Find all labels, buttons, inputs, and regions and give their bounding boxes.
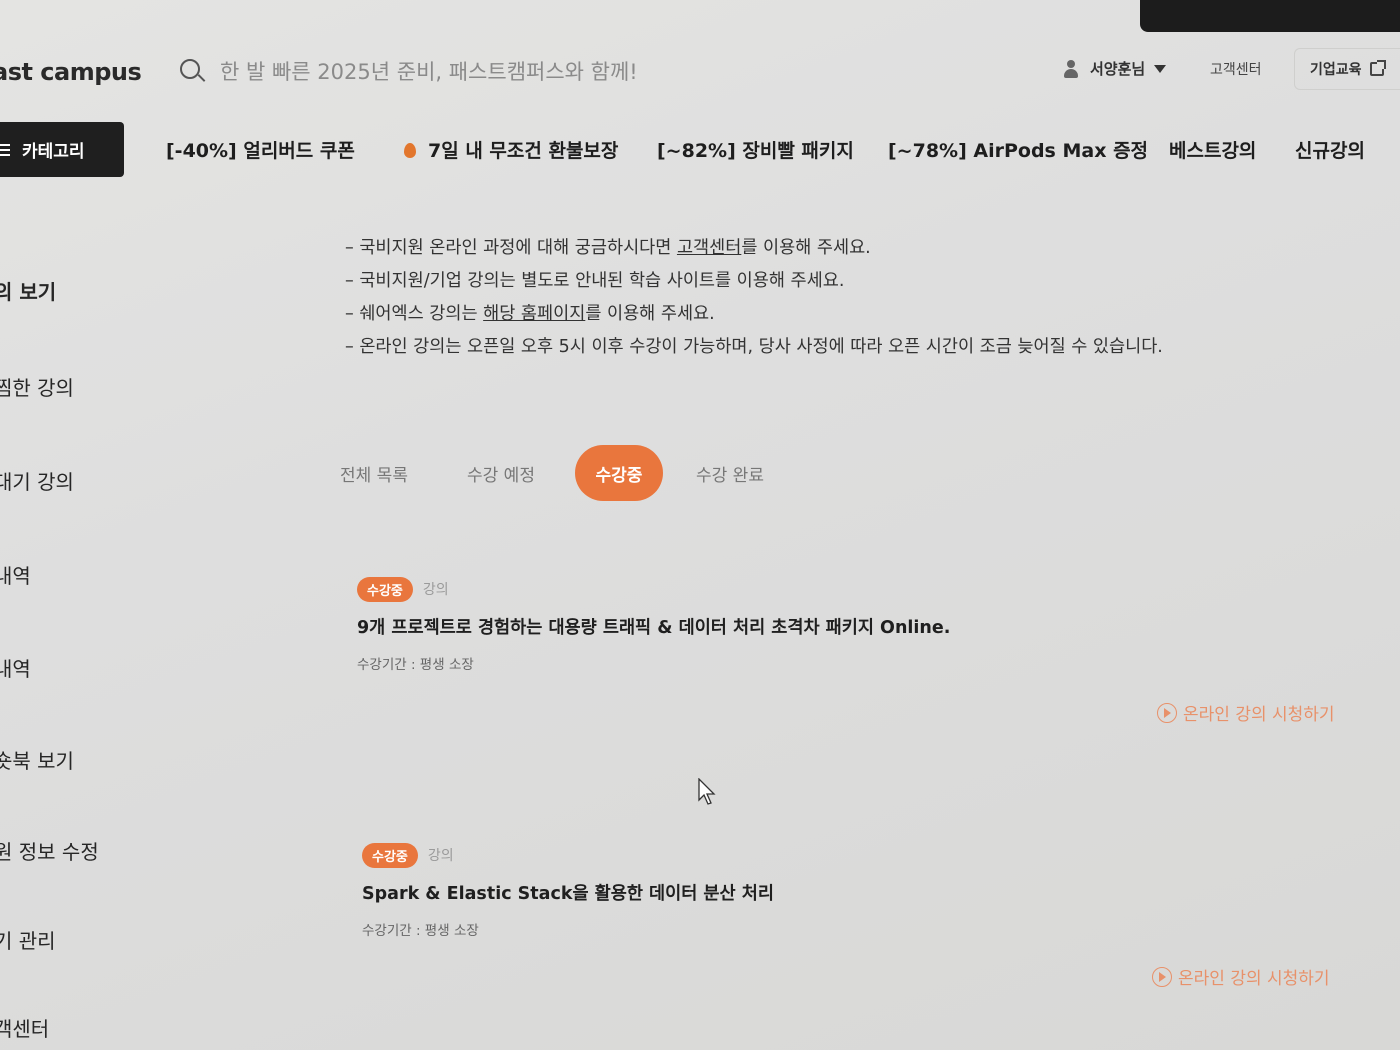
course-period: 수강기간 : 평생 소장 bbox=[362, 923, 479, 939]
screen: ast campus 서양훈님 고객센터 기업교육 카테고리 [-40%] 얼리… bbox=[0, 0, 1400, 1050]
top-banner-fragment bbox=[1140, 0, 1400, 32]
sidebar-item-profile-edit[interactable]: 원 정보 수정 bbox=[0, 836, 99, 865]
nav-item-refund[interactable]: 7일 내 무조건 환불보장 bbox=[404, 136, 618, 163]
watch-online-button[interactable]: 온라인 강의 시청하기 bbox=[1157, 700, 1335, 725]
course-title[interactable]: Spark & Elastic Stack을 활용한 데이터 분산 처리 bbox=[362, 880, 1382, 905]
course-type-label: 강의 bbox=[427, 848, 454, 864]
notice-list: – 국비지원 온라인 과정에 대해 궁금하시다면 고객센터를 이용해 주세요. … bbox=[345, 235, 1163, 367]
notice-text: 를 이용해 주세요. bbox=[585, 304, 715, 324]
status-badge: 수강중 bbox=[362, 842, 418, 868]
notice-item: – 국비지원/기업 강의는 별도로 안내된 학습 사이트를 이용해 주세요. bbox=[345, 271, 845, 291]
search-bar[interactable] bbox=[178, 54, 878, 90]
nav-item-early-bird[interactable]: [-40%] 얼리버드 쿠폰 bbox=[166, 136, 355, 163]
notice-text: – 쉐어엑스 강의는 bbox=[345, 304, 484, 324]
watch-online-label: 온라인 강의 시청하기 bbox=[1178, 969, 1330, 989]
customer-center-link[interactable]: 고객센터 bbox=[1210, 59, 1262, 79]
user-name: 서양훈님 bbox=[1090, 60, 1146, 78]
course-title[interactable]: 9개 프로젝트로 경험하는 대용량 트래픽 & 데이터 처리 초격차 패키지 O… bbox=[357, 614, 1377, 639]
caret-down-icon bbox=[1154, 64, 1167, 73]
category-label: 카테고리 bbox=[22, 142, 85, 162]
nav-item-new[interactable]: 신규강의 bbox=[1295, 136, 1365, 163]
course-card: 수강중 강의 Spark & Elastic Stack을 활용한 데이터 분산… bbox=[362, 842, 1382, 939]
mouse-cursor-icon bbox=[698, 778, 716, 805]
tab-active[interactable]: 수강중 bbox=[575, 445, 663, 501]
sidebar-item-waiting[interactable]: 대기 강의 bbox=[0, 466, 74, 495]
watch-online-button[interactable]: 온라인 강의 시청하기 bbox=[1152, 964, 1330, 989]
sidebar-item-notebook[interactable]: 숏북 보기 bbox=[0, 745, 74, 774]
sidebar-item-view-lectures[interactable]: 의 보기 bbox=[0, 276, 56, 305]
sidebar-item-device-manage[interactable]: 기 관리 bbox=[0, 925, 56, 954]
notice-text: 를 이용해 주세요. bbox=[741, 238, 871, 258]
homepage-inline-link[interactable]: 해당 홈페이지 bbox=[483, 304, 585, 324]
sidebar-item-wishlist[interactable]: 찜한 강의 bbox=[0, 372, 74, 401]
category-button[interactable]: 카테고리 bbox=[0, 122, 124, 177]
course-card: 수강중 강의 9개 프로젝트로 경험하는 대용량 트래픽 & 데이터 처리 초격… bbox=[357, 576, 1377, 673]
status-badge: 수강중 bbox=[357, 576, 413, 602]
nav-item-airpods[interactable]: [~78%] AirPods Max 증정 bbox=[888, 136, 1148, 163]
watch-online-label: 온라인 강의 시청하기 bbox=[1183, 705, 1335, 725]
nav-item-best[interactable]: 베스트강의 bbox=[1169, 136, 1256, 163]
corporate-label: 기업교육 bbox=[1310, 62, 1362, 78]
nav-item-equipment-package[interactable]: [~82%] 장비빨 패키지 bbox=[657, 136, 854, 163]
notice-item: – 쉐어엑스 강의는 해당 홈페이지를 이용해 주세요. bbox=[345, 301, 1163, 334]
search-input[interactable] bbox=[220, 60, 860, 84]
logo[interactable]: ast campus bbox=[0, 58, 142, 86]
tab-all[interactable]: 전체 목록 bbox=[340, 461, 408, 486]
external-link-icon bbox=[1369, 60, 1386, 76]
main-nav: 카테고리 [-40%] 얼리버드 쿠폰 7일 내 무조건 환불보장 [~82%]… bbox=[0, 122, 1400, 178]
notice-item: – 온라인 강의는 오픈일 오후 5시 이후 수강이 가능하며, 당사 사정에 … bbox=[345, 337, 1163, 357]
sidebar-item-history-1[interactable]: 내역 bbox=[0, 560, 31, 589]
user-icon bbox=[1062, 59, 1080, 79]
corporate-education-button[interactable]: 기업교육 bbox=[1294, 48, 1400, 90]
search-icon[interactable] bbox=[178, 57, 208, 87]
hamburger-icon bbox=[0, 143, 10, 156]
notice-item: – 국비지원 온라인 과정에 대해 궁금하시다면 고객센터를 이용해 주세요. bbox=[345, 235, 1163, 268]
tab-upcoming[interactable]: 수강 예정 bbox=[467, 461, 535, 486]
sidebar-item-customer-center[interactable]: 객센터 bbox=[0, 1013, 49, 1042]
header: ast campus 서양훈님 고객센터 기업교육 bbox=[0, 40, 1400, 104]
nav-item-refund-label: 7일 내 무조건 환불보장 bbox=[428, 140, 619, 162]
course-type-label: 강의 bbox=[422, 582, 449, 598]
customer-center-inline-link[interactable]: 고객센터 bbox=[677, 238, 741, 258]
sidebar-item-history-2[interactable]: 내역 bbox=[0, 653, 31, 682]
tab-done[interactable]: 수강 완료 bbox=[696, 461, 764, 486]
notice-text: – 국비지원 온라인 과정에 대해 궁금하시다면 bbox=[345, 238, 677, 258]
course-period: 수강기간 : 평생 소장 bbox=[357, 657, 474, 673]
fire-icon bbox=[404, 143, 416, 158]
user-menu[interactable]: 서양훈님 bbox=[1062, 58, 1167, 79]
play-icon bbox=[1152, 966, 1172, 987]
play-icon bbox=[1157, 702, 1177, 723]
